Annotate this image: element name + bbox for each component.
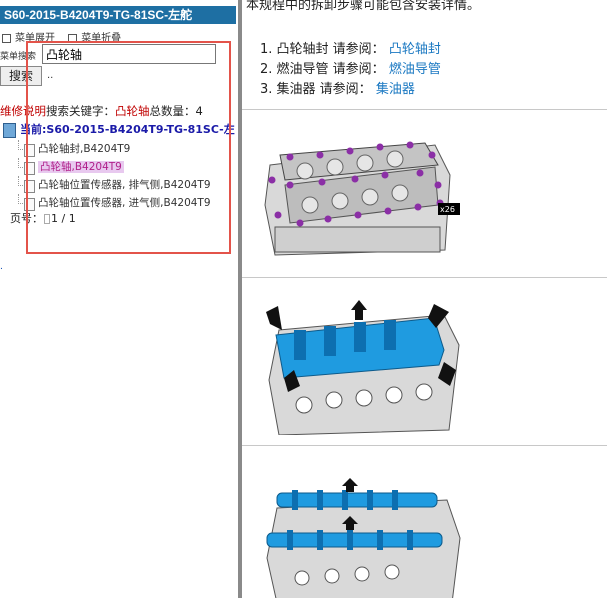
- step-link[interactable]: 凸轮轴封: [389, 42, 441, 57]
- valve-cover-figure: [266, 300, 460, 435]
- intro-text: 本规程中的拆卸步骤可能包含安装详情。: [246, 0, 481, 13]
- step-item: 1. 凸轮轴封 请参阅： 凸轮轴封: [260, 42, 441, 57]
- separator: [242, 277, 607, 278]
- bolt-count-callout: x26: [440, 205, 455, 214]
- separator: [242, 445, 607, 446]
- document-icon: [3, 122, 16, 138]
- step-item: 2. 燃油导管 请参阅： 燃油导管: [260, 62, 441, 77]
- small-link-dot: .: [0, 262, 3, 272]
- engine-bolts-figure: x26: [264, 141, 460, 256]
- separator: [242, 109, 607, 110]
- annotation-box: [26, 41, 231, 254]
- content-panel: 本规程中的拆卸步骤可能包含安装详情。 1. 凸轮轴封 请参阅： 凸轮轴封 2. …: [242, 0, 607, 598]
- vehicle-title: S60-2015-B4204T9-TG-81SC-左舵: [0, 6, 236, 24]
- expand-icon: [2, 33, 11, 43]
- step-item: 3. 集油器 请参阅： 集油器: [260, 82, 415, 97]
- step-link[interactable]: 燃油导管: [389, 62, 441, 77]
- camshafts-figure: [266, 478, 461, 598]
- left-panel: S60-2015-B4204T9-TG-81SC-左舵 菜单展开 菜单折叠 菜单…: [0, 0, 238, 598]
- step-link[interactable]: 集油器: [376, 82, 415, 97]
- steps-list: 1. 凸轮轴封 请参阅： 凸轮轴封 2. 燃油导管 请参阅： 燃油导管 3. 集…: [260, 40, 441, 100]
